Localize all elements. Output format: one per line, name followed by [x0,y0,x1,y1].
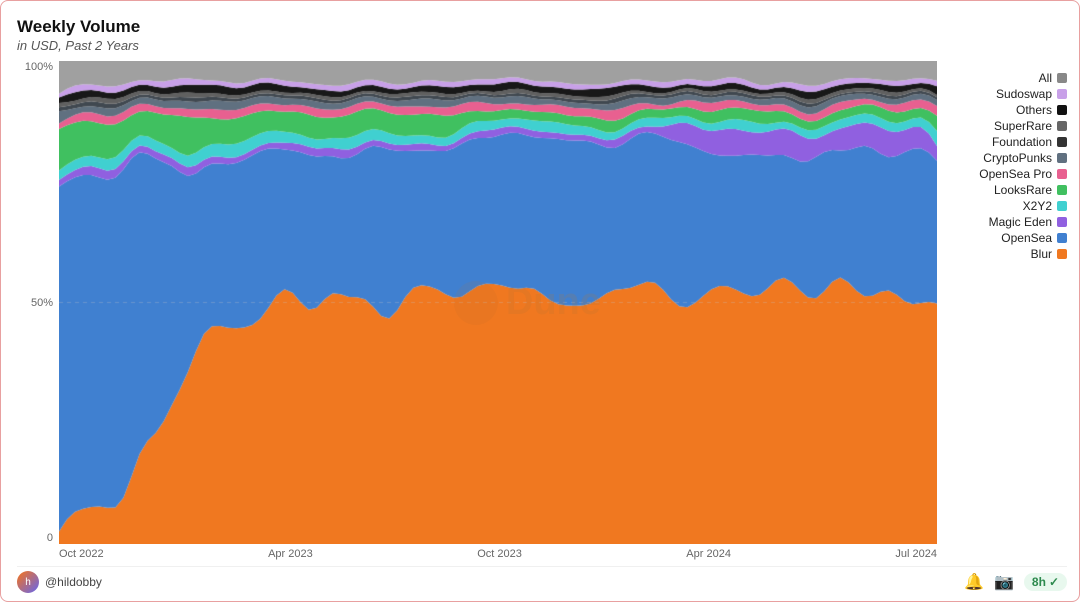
legend-color [1057,185,1067,195]
time-value: 8h [1032,575,1046,589]
y-axis-100: 100% [25,61,53,73]
legend-label: All [947,71,1052,85]
chart-inner: 100% 50% 0 Dune [17,61,937,544]
legend: All Sudoswap Others SuperRare Foundation Cryp… [937,61,1067,560]
legend-item-magic-eden: Magic Eden [947,215,1067,229]
legend-item-cryptopunks: CryptoPunks [947,151,1067,165]
chart-canvas [59,61,937,544]
legend-color [1057,73,1067,83]
footer-right: 🔔 📷 8h ✓ [964,572,1067,592]
y-axis: 100% 50% 0 [17,61,59,544]
legend-label: Sudoswap [947,87,1052,101]
title-section: Weekly Volume in USD, Past 2 Years [17,17,1067,53]
legend-item-looksrare: LooksRare [947,183,1067,197]
x-label-5: Jul 2024 [895,548,937,560]
legend-label: Foundation [947,135,1052,149]
y-axis-50: 50% [31,297,53,309]
x-label-2: Apr 2023 [268,548,313,560]
chart-canvas-wrap: Dune [59,61,937,544]
time-badge: 8h ✓ [1024,573,1067,591]
legend-label: Magic Eden [947,215,1052,229]
legend-color [1057,89,1067,99]
chart-area: 100% 50% 0 Dune Oct 2022 Apr 2023 Oct 20… [17,61,1067,560]
legend-item-sudoswap: Sudoswap [947,87,1067,101]
legend-label: Others [947,103,1052,117]
legend-label: OpenSea [947,231,1052,245]
x-label-1: Oct 2022 [59,548,104,560]
bell-icon[interactable]: 🔔 [964,572,984,592]
x-label-3: Oct 2023 [477,548,522,560]
chart-subtitle: in USD, Past 2 Years [17,38,1067,53]
legend-label: LooksRare [947,183,1052,197]
legend-label: CryptoPunks [947,151,1052,165]
legend-label: SuperRare [947,119,1052,133]
legend-item-others: Others [947,103,1067,117]
legend-label: Blur [947,247,1052,261]
legend-color [1057,217,1067,227]
x-label-4: Apr 2024 [686,548,731,560]
legend-item-opensea: OpenSea [947,231,1067,245]
legend-color [1057,105,1067,115]
legend-color [1057,249,1067,259]
footer-left: h @hildobby [17,571,102,593]
x-axis: Oct 2022 Apr 2023 Oct 2023 Apr 2024 Jul … [17,548,937,560]
legend-label: OpenSea Pro [947,167,1052,181]
main-container: Weekly Volume in USD, Past 2 Years 100% … [0,0,1080,602]
legend-item-opensea-pro: OpenSea Pro [947,167,1067,181]
legend-color [1057,137,1067,147]
check-icon: ✓ [1049,575,1059,589]
footer: h @hildobby 🔔 📷 8h ✓ [17,566,1067,593]
legend-color [1057,121,1067,131]
y-axis-0: 0 [47,532,53,544]
legend-color [1057,169,1067,179]
camera-icon[interactable]: 📷 [994,572,1014,592]
legend-label: X2Y2 [947,199,1052,213]
legend-color [1057,233,1067,243]
chart-with-axes: 100% 50% 0 Dune Oct 2022 Apr 2023 Oct 20… [17,61,937,560]
legend-item-x2y2: X2Y2 [947,199,1067,213]
legend-item-all: All [947,71,1067,85]
avatar: h [17,571,39,593]
legend-color [1057,201,1067,211]
legend-color [1057,153,1067,163]
username: @hildobby [45,575,102,589]
legend-item-foundation: Foundation [947,135,1067,149]
legend-item-superrare: SuperRare [947,119,1067,133]
legend-item-blur: Blur [947,247,1067,261]
chart-title: Weekly Volume [17,17,1067,37]
